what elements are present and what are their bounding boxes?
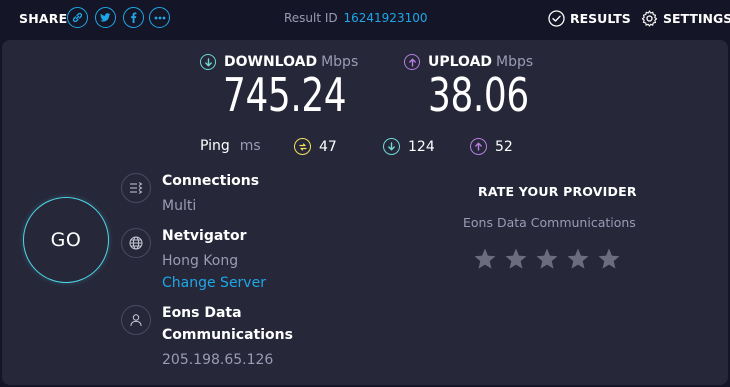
isp-name-line2: Communications — [162, 327, 293, 343]
more-icon[interactable] — [149, 7, 170, 28]
go-button[interactable]: GO — [23, 197, 109, 283]
star-icon[interactable] — [597, 247, 621, 271]
gear-icon — [641, 10, 658, 27]
ping-download-icon — [383, 138, 400, 155]
upload-arrow-icon — [404, 54, 420, 70]
ping-download-value: 124 — [408, 138, 435, 155]
connections-title: Connections — [162, 173, 260, 189]
ping-idle-icon — [294, 138, 311, 155]
upload-value: 38.06 — [428, 68, 529, 122]
connections-icon — [121, 173, 151, 203]
ping-upload-value: 52 — [495, 138, 513, 155]
isp-name-line1: Eons Data — [162, 305, 242, 321]
download-arrow-icon — [200, 54, 216, 70]
isp-ip-address: 205.198.65.126 — [162, 352, 274, 368]
result-id-label: Result ID — [284, 11, 338, 25]
rating-stars — [473, 247, 628, 271]
ping-idle: 47 — [294, 138, 337, 155]
facebook-icon[interactable] — [123, 7, 144, 28]
share-label: SHARE — [19, 11, 68, 26]
star-icon[interactable] — [535, 247, 559, 271]
settings-label: SETTINGS — [663, 11, 730, 26]
results-panel — [2, 40, 728, 385]
ping-upload-icon — [470, 138, 487, 155]
server-location: Hong Kong — [162, 253, 239, 269]
ping-label-group: Ping ms — [200, 138, 261, 154]
link-icon[interactable] — [67, 7, 88, 28]
star-icon[interactable] — [504, 247, 528, 271]
ping-idle-value: 47 — [319, 138, 337, 155]
ping-download: 124 — [383, 138, 435, 155]
user-icon — [121, 305, 151, 335]
results-button[interactable]: RESULTS — [548, 10, 631, 27]
connections-value: Multi — [162, 198, 197, 214]
globe-icon — [121, 228, 151, 258]
go-label: GO — [50, 229, 82, 251]
server-name: Netvigator — [162, 228, 247, 244]
ping-upload: 52 — [470, 138, 513, 155]
star-icon[interactable] — [566, 247, 590, 271]
check-circle-icon — [548, 10, 565, 27]
star-icon[interactable] — [473, 247, 497, 271]
ping-label: Ping — [200, 138, 230, 154]
download-value: 745.24 — [223, 68, 347, 122]
results-label: RESULTS — [570, 11, 631, 26]
rate-provider-name: Eons Data Communications — [463, 215, 636, 230]
change-server-link[interactable]: Change Server — [162, 275, 266, 291]
rate-provider-title: RATE YOUR PROVIDER — [478, 184, 637, 199]
ping-unit: ms — [239, 138, 261, 154]
result-id-link[interactable]: 16241923100 — [344, 11, 428, 25]
result-id: Result ID 16241923100 — [284, 11, 427, 25]
settings-button[interactable]: SETTINGS — [641, 10, 730, 27]
twitter-icon[interactable] — [95, 7, 116, 28]
top-bar: SHARE Result ID 16241923100 RESULTS SETT… — [0, 0, 730, 36]
